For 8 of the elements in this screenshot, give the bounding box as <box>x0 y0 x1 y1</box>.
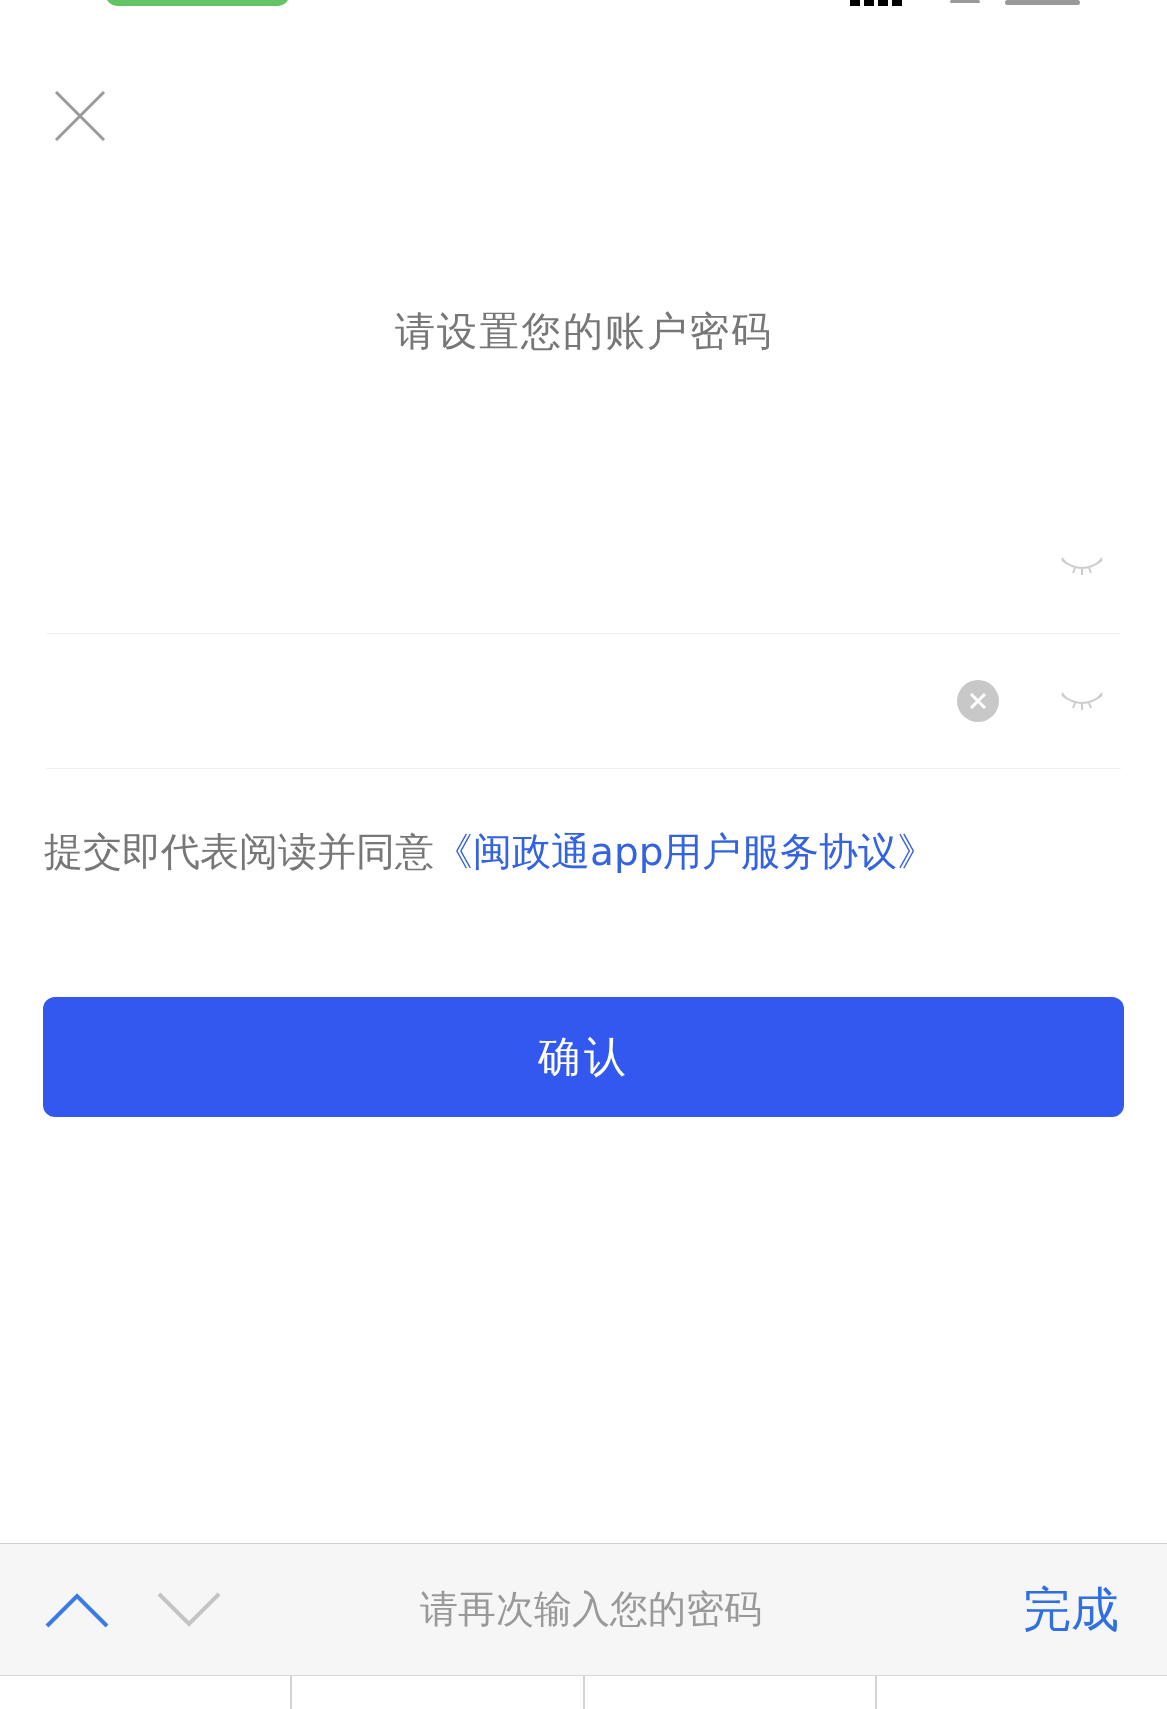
page-title: 请设置您的账户密码 <box>393 307 774 356</box>
done-button[interactable]: 完成 <box>1023 1577 1119 1642</box>
confirm-button[interactable]: 确认 <box>43 997 1124 1117</box>
close-button[interactable] <box>52 88 108 144</box>
agreement-link[interactable]: 《闽政通app用户服务协议》 <box>434 829 937 874</box>
agreement-text: 提交即代表阅读并同意《闽政通app用户服务协议》 <box>44 828 938 876</box>
clear-icon[interactable] <box>957 680 999 722</box>
field-hint: 请再次输入您的密码 <box>418 1586 763 1633</box>
